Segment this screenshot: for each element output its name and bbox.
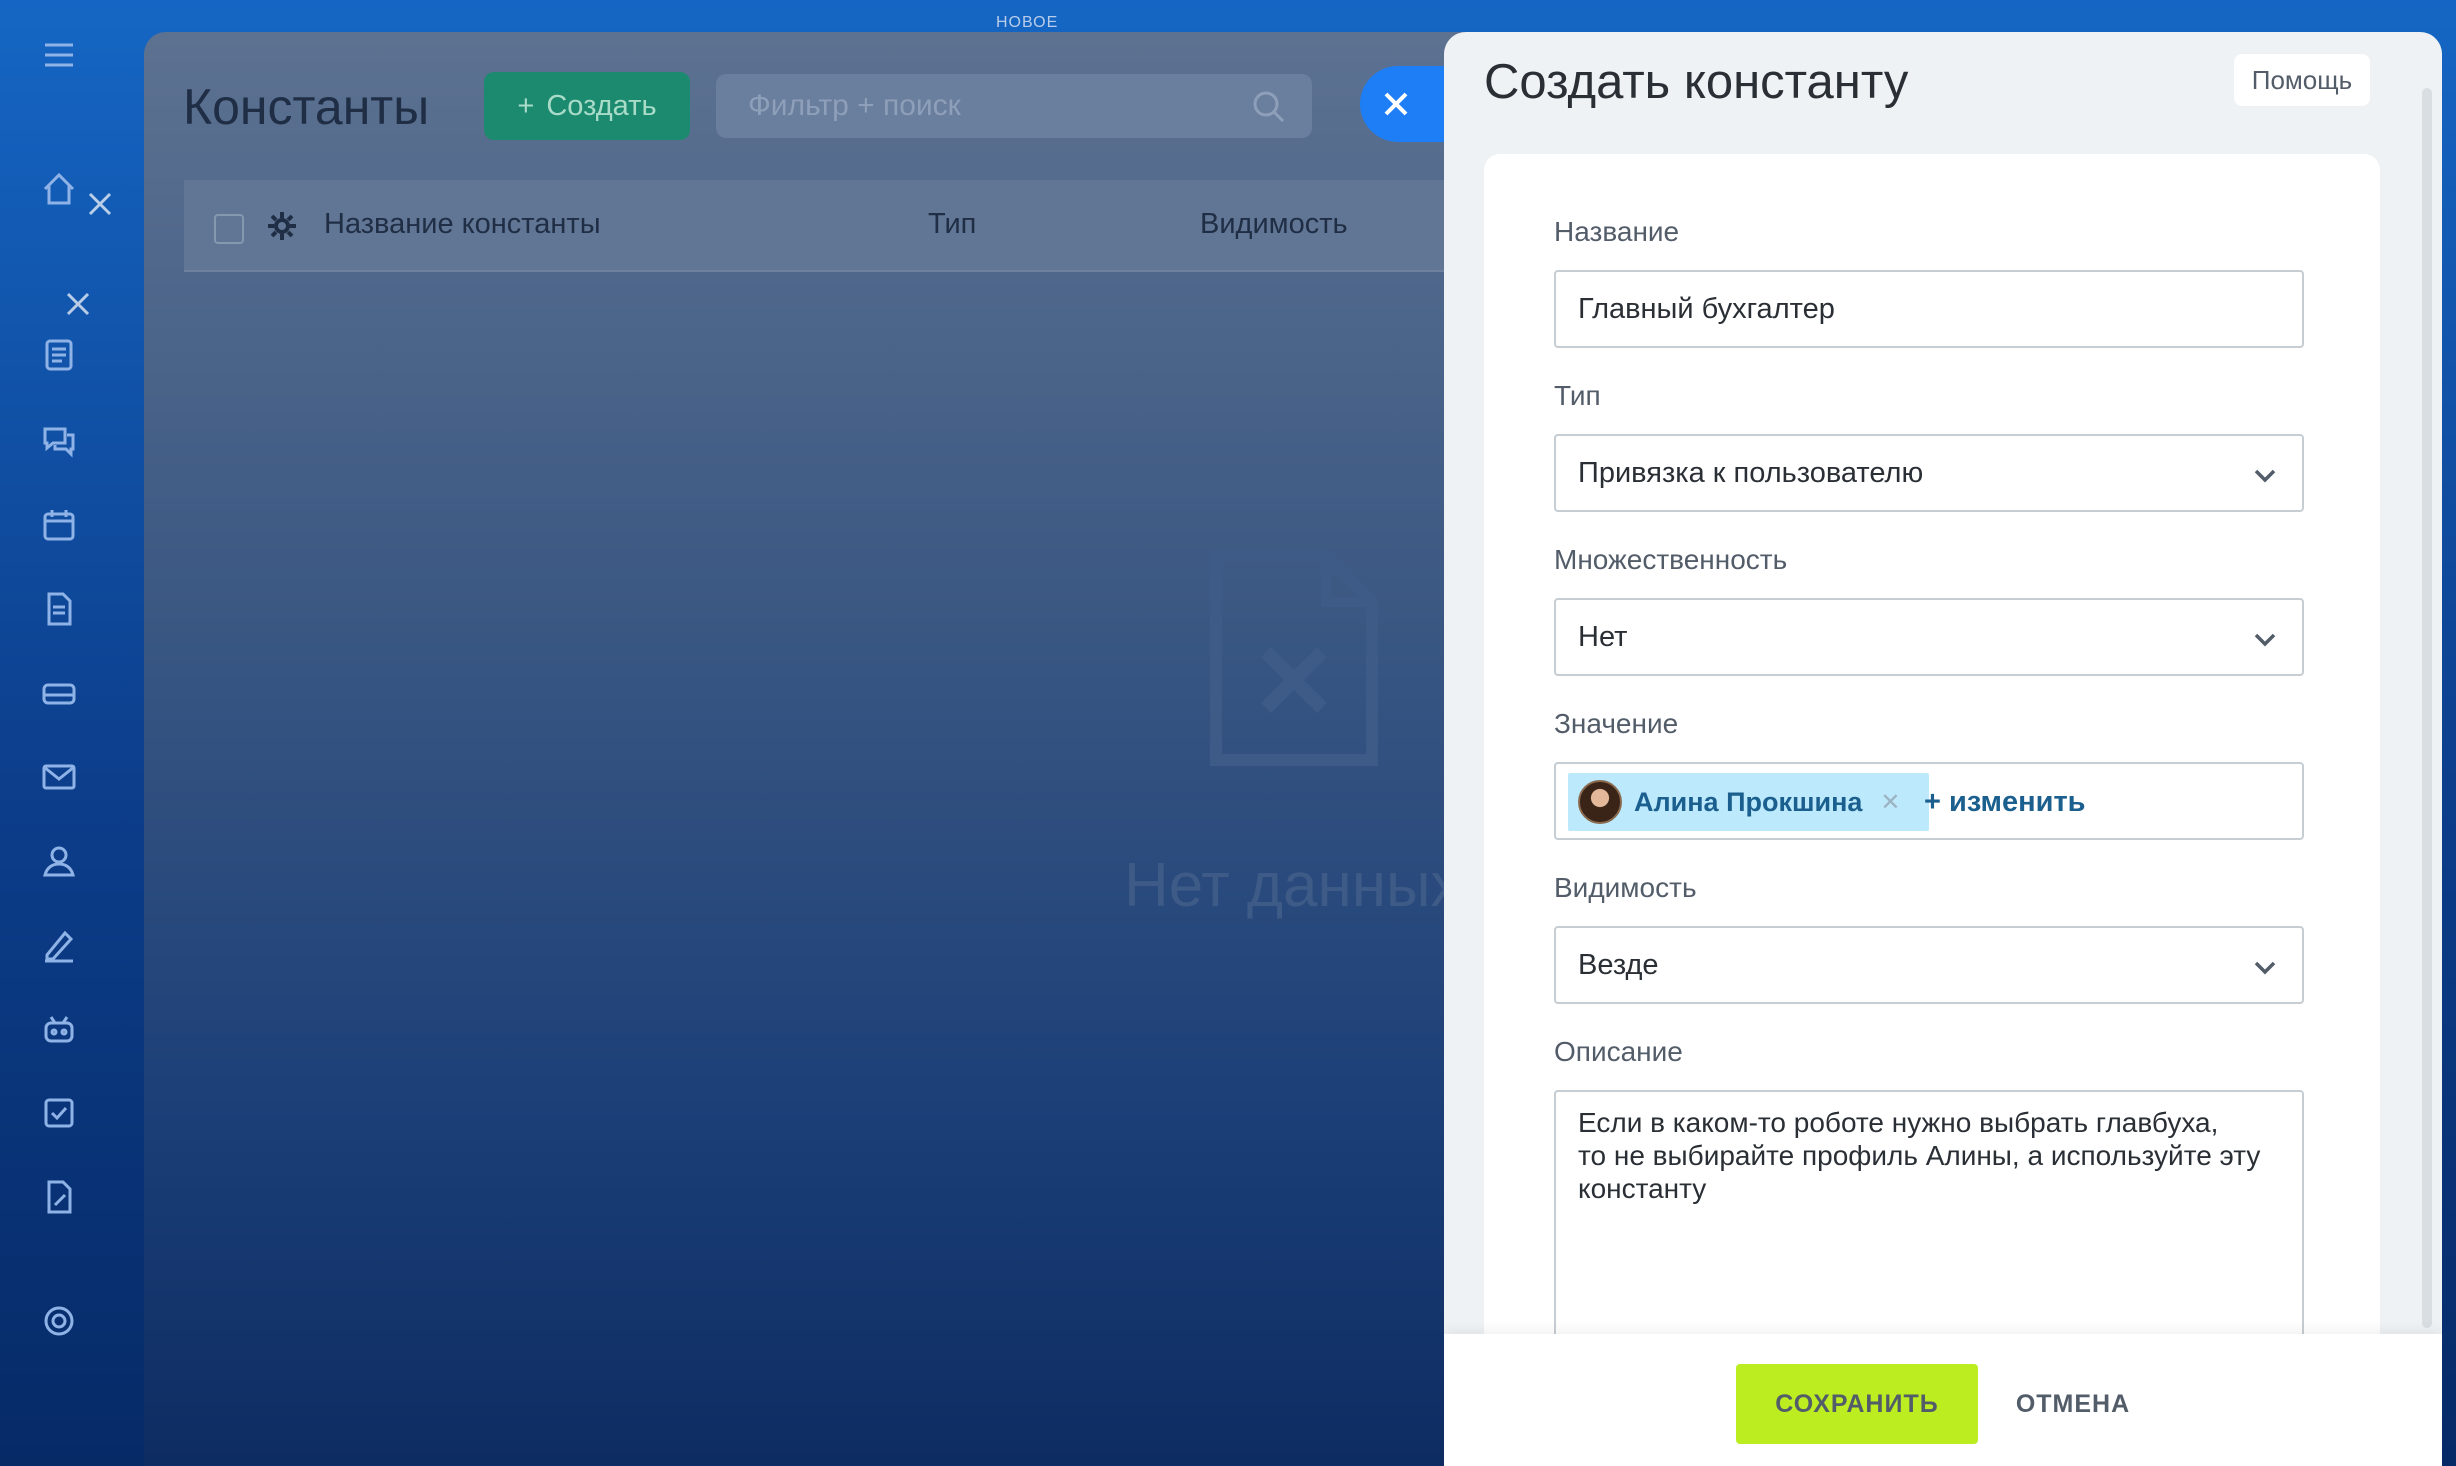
- multiple-select[interactable]: Нет: [1554, 598, 2304, 676]
- search-input[interactable]: Фильтр + поиск: [716, 74, 1312, 138]
- search-icon: [1253, 91, 1285, 123]
- search-placeholder: Фильтр + поиск: [748, 89, 961, 122]
- chevron-down-icon: [2252, 462, 2278, 488]
- empty-file-icon: [1210, 550, 1378, 766]
- description-value: Если в каком-то роботе нужно выбрать гла…: [1578, 1107, 2261, 1204]
- plus-icon: +: [517, 89, 535, 122]
- close-slider-icon[interactable]: [70, 174, 130, 234]
- column-header-name[interactable]: Название константы: [324, 208, 601, 241]
- name-label: Название: [1554, 216, 1680, 247]
- drive-icon[interactable]: [34, 668, 84, 718]
- user-chip[interactable]: Алина Прокшина ✕: [1568, 773, 1929, 831]
- user-selector-field[interactable]: Алина Прокшина ✕ + изменить: [1554, 762, 2304, 840]
- create-button[interactable]: + Создать: [484, 72, 690, 140]
- close-icon: [1384, 92, 1408, 116]
- column-header-type[interactable]: Тип: [928, 208, 976, 241]
- name-field[interactable]: Главный бухгалтер: [1554, 270, 2304, 348]
- cancel-button[interactable]: ОТМЕНА: [2004, 1364, 2142, 1444]
- form-card: Название Главный бухгалтер Тип Привязка …: [1484, 154, 2380, 1366]
- mail-icon[interactable]: [34, 752, 84, 802]
- sign-icon[interactable]: [34, 920, 84, 970]
- type-select[interactable]: Привязка к пользователю: [1554, 434, 2304, 512]
- multiple-label: Множественность: [1554, 544, 1788, 575]
- type-label: Тип: [1554, 380, 1601, 411]
- visibility-select[interactable]: Везде: [1554, 926, 2304, 1004]
- feed-icon[interactable]: [34, 330, 84, 380]
- multiple-value: Нет: [1578, 620, 1628, 653]
- tasks-icon[interactable]: [34, 1088, 84, 1138]
- new-badge: НОВОЕ: [996, 14, 1059, 31]
- select-all-checkbox[interactable]: [214, 214, 244, 244]
- chevron-down-icon: [2252, 954, 2278, 980]
- panel-footer: СОХРАНИТЬ ОТМЕНА: [1444, 1334, 2442, 1466]
- user-chip-name: Алина Прокшина: [1634, 786, 1863, 817]
- change-user-link[interactable]: + изменить: [1924, 786, 2085, 819]
- docs-edit-icon[interactable]: [34, 1172, 84, 1222]
- close-slider-icon[interactable]: [48, 274, 108, 334]
- avatar: [1578, 780, 1622, 824]
- chat-icon[interactable]: [34, 416, 84, 466]
- robot-icon[interactable]: [34, 1004, 84, 1054]
- create-button-label: Создать: [546, 89, 657, 122]
- name-value: Главный бухгалтер: [1578, 292, 1835, 325]
- chevron-down-icon: [2252, 626, 2278, 652]
- column-header-visibility[interactable]: Видимость: [1200, 208, 1348, 241]
- description-textarea[interactable]: Если в каком-то роботе нужно выбрать гла…: [1554, 1090, 2304, 1366]
- menu-icon[interactable]: [34, 30, 84, 80]
- scrollbar[interactable]: [2422, 88, 2432, 1328]
- panel-title: Создать константу: [1484, 55, 1909, 109]
- visibility-value: Везде: [1578, 948, 1659, 981]
- contacts-icon[interactable]: [34, 836, 84, 886]
- document-icon[interactable]: [34, 584, 84, 634]
- page-title: Константы: [183, 79, 430, 135]
- value-label: Значение: [1554, 708, 1679, 739]
- settings-icon[interactable]: [34, 1296, 84, 1346]
- help-button[interactable]: Помощь: [2234, 54, 2370, 106]
- description-label: Описание: [1554, 1036, 1683, 1067]
- visibility-label: Видимость: [1554, 872, 1697, 903]
- close-panel-button[interactable]: [1360, 66, 1448, 142]
- gear-icon[interactable]: [266, 210, 298, 242]
- save-button[interactable]: СОХРАНИТЬ: [1736, 1364, 1978, 1444]
- calendar-icon[interactable]: [34, 500, 84, 550]
- create-constant-panel: Создать константу Помощь Название Главны…: [1444, 32, 2442, 1466]
- table-header: Название константы Тип Видимость: [184, 180, 1464, 272]
- type-value: Привязка к пользователю: [1578, 456, 1924, 489]
- remove-user-icon[interactable]: ✕: [1880, 788, 1900, 817]
- empty-state-text: Нет данных: [1124, 851, 1462, 920]
